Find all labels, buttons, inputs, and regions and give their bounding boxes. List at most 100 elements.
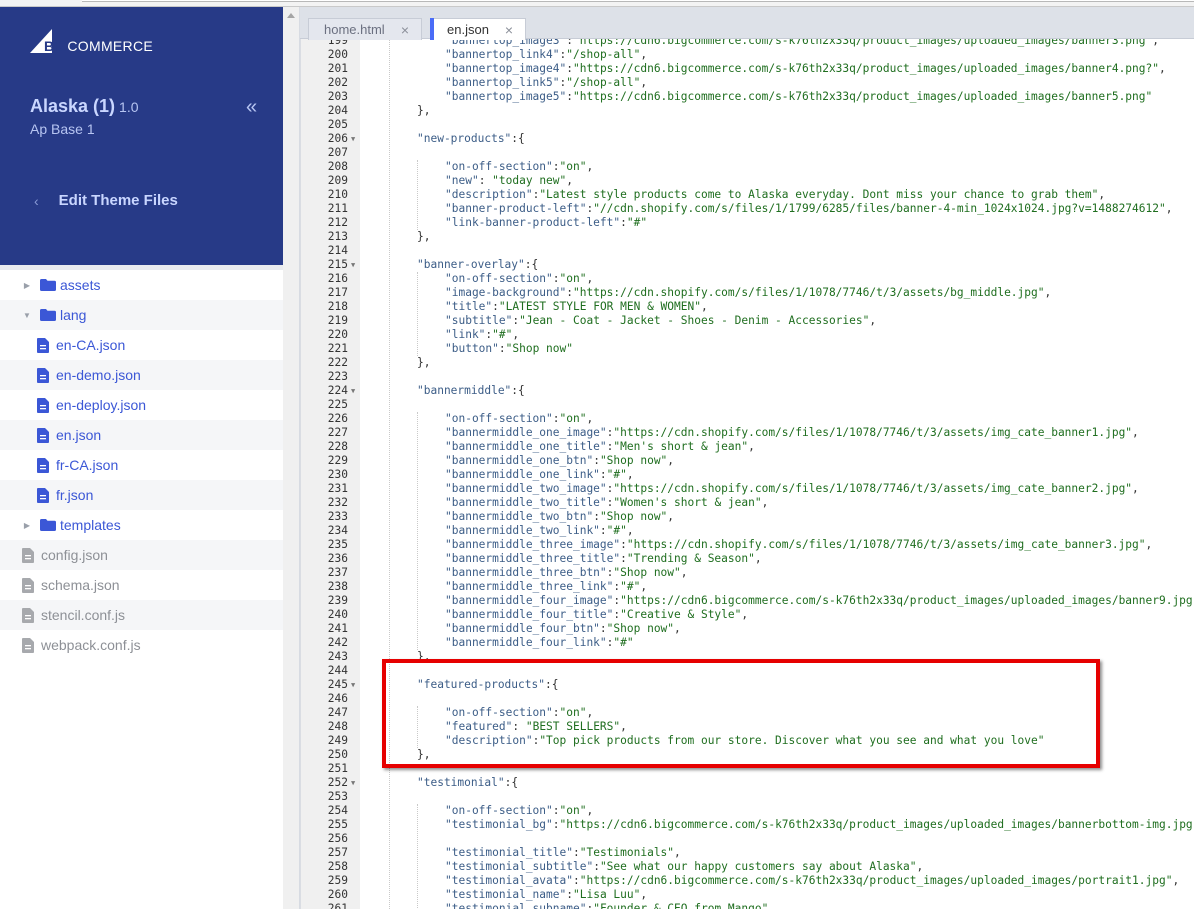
close-icon[interactable]: × [505,22,513,38]
code-line[interactable]: 245 ▼ "featured-products":{ [300,678,1194,692]
code-line[interactable]: 203 "bannertop_image5":"https://cdn6.bigc… [300,90,1194,104]
code-line[interactable]: 212 "link-banner-product-left":"#" [300,216,1194,230]
code-line[interactable]: 224 ▼ "bannermiddle":{ [300,384,1194,398]
fold-arrow-icon[interactable]: ▼ [351,258,355,272]
code-line[interactable]: 253 [300,790,1194,804]
code-line[interactable]: 205 [300,118,1194,132]
code-line[interactable]: 240 "bannermiddle_four_title":"Creative &… [300,608,1194,622]
code-line[interactable]: 257 "testimonial_title":"Testimonials", [300,846,1194,860]
code-line[interactable]: 252 ▼ "testimonial":{ [300,776,1194,790]
scroll-up-arrow-icon[interactable] [287,13,295,18]
code-line[interactable]: 255 "testimonial_bg":"https://cdn6.bigcom… [300,818,1194,832]
tree-file-config-json[interactable]: config.json [0,540,283,570]
line-number: 256 [327,832,348,845]
code-line[interactable]: 251 [300,762,1194,776]
fold-arrow-icon[interactable]: ▼ [351,384,355,398]
code-line[interactable]: 200 "bannertop_link4":"/shop-all", [300,48,1194,62]
code-line[interactable]: 246 [300,692,1194,706]
tree-folder-templates[interactable]: ▶ templates [0,510,283,540]
code-line[interactable]: 201 "bannertop_image4":"https://cdn6.bigc… [300,62,1194,76]
tree-file-stencil-conf-js[interactable]: stencil.conf.js [0,600,283,630]
tree-file-schema-json[interactable]: schema.json [0,570,283,600]
tree-file-en-deploy-json[interactable]: en-deploy.json [0,390,283,420]
code-lines[interactable]: 199 "bannertop_image3":"https://cdn6.bigc… [300,34,1194,909]
code-line[interactable]: 229 "bannermiddle_one_btn":"Shop now", [300,454,1194,468]
code-line[interactable]: 244 [300,664,1194,678]
code-line[interactable]: 211 "banner-product-left":"//cdn.shopify.… [300,202,1194,216]
code-line[interactable]: 260 "testimonial_name":"Lisa Luu", [300,888,1194,902]
code-line[interactable]: 222}, [300,356,1194,370]
code-line[interactable]: 237 "bannermiddle_three_btn":"Shop now", [300,566,1194,580]
code-line[interactable]: 202 "bannertop_link5":"/shop-all", [300,76,1194,90]
json-value: "on" [559,804,587,817]
fold-arrow-icon[interactable]: ▼ [351,678,355,692]
indent-guide [417,804,418,909]
code-line[interactable]: 210 "description":"Latest style products … [300,188,1194,202]
code-line[interactable]: 213}, [300,230,1194,244]
code-line[interactable]: 241 "bannermiddle_four_btn":"Shop now", [300,622,1194,636]
code-line[interactable]: 234 "bannermiddle_two_link":"#", [300,524,1194,538]
code-line[interactable]: 221 "button":"Shop now" [300,342,1194,356]
code-line[interactable]: 206 ▼ "new-products":{ [300,132,1194,146]
code-line[interactable]: 232 "bannermiddle_two_title":"Women's sho… [300,496,1194,510]
code-line[interactable]: 235 "bannermiddle_three_image":"https://c… [300,538,1194,552]
tree-file-fr-ca-json[interactable]: fr-CA.json [0,450,283,480]
code-editor[interactable]: 199 "bannertop_image3":"https://cdn6.bigc… [300,7,1194,909]
edit-theme-files-back-link[interactable]: ‹ Edit Theme Files [34,192,178,209]
code-line[interactable]: 204}, [300,104,1194,118]
tree-folder-assets[interactable]: ▶ assets [0,270,283,300]
code-line[interactable]: 242 "bannermiddle_four_link":"#" [300,636,1194,650]
code-line[interactable]: 233 "bannermiddle_two_btn":"Shop now", [300,510,1194,524]
code-line[interactable]: 226 "on-off-section":"on", [300,412,1194,426]
code-line[interactable]: 208 "on-off-section":"on", [300,160,1194,174]
code-line[interactable]: 254 "on-off-section":"on", [300,804,1194,818]
caret-right-icon[interactable]: ▶ [22,281,32,290]
code-line[interactable]: 227 "bannermiddle_one_image":"https://cdn… [300,426,1194,440]
collapse-sidebar-button[interactable]: « [246,96,257,119]
code-line[interactable]: 220 "link":"#", [300,328,1194,342]
tree-file-webpack-conf-js[interactable]: webpack.conf.js [0,630,283,660]
code-line[interactable]: 218 "title":"LATEST STYLE FOR MEN & WOMEN… [300,300,1194,314]
code-line[interactable]: 238 "bannermiddle_three_link":"#", [300,580,1194,594]
address-input-edge [82,0,1194,2]
fold-arrow-icon[interactable]: ▼ [351,132,355,146]
code-line[interactable]: 261 "testimonial_subname":"Founder & CEO … [300,902,1194,909]
tree-file-en-json[interactable]: en.json [0,420,283,450]
tree-file-fr-json[interactable]: fr.json [0,480,283,510]
code-line[interactable]: 214 [300,244,1194,258]
code-line[interactable]: 248 "featured": "BEST SELLERS", [300,720,1194,734]
code-line[interactable]: 247 "on-off-section":"on", [300,706,1194,720]
code-line[interactable]: 230 "bannermiddle_one_link":"#", [300,468,1194,482]
code-text: "testimonial_subname":"Founder & CEO fro… [445,902,775,909]
code-line[interactable]: 239 "bannermiddle_four_image":"https://cd… [300,594,1194,608]
code-line[interactable]: 223 [300,370,1194,384]
code-line[interactable]: 216 "on-off-section":"on", [300,272,1194,286]
code-line[interactable]: 231 "bannermiddle_two_image":"https://cdn… [300,482,1194,496]
caret-right-icon[interactable]: ▶ [22,521,32,530]
code-line[interactable]: 259 "testimonial_avata":"https://cdn6.big… [300,874,1194,888]
tab-home-html[interactable]: home.html × [308,18,422,40]
code-line[interactable]: 215 ▼ "banner-overlay":{ [300,258,1194,272]
code-line[interactable]: 258 "testimonial_subtitle":"See what our … [300,860,1194,874]
code-line[interactable]: 209 "new": "today new", [300,174,1194,188]
close-icon[interactable]: × [401,22,409,38]
tab-en-json[interactable]: en.json × [430,18,526,40]
sidebar-scrollbar[interactable] [283,7,300,909]
code-line[interactable]: 217 "image-background":"https://cdn.shopi… [300,286,1194,300]
tree-file-en-demo-json[interactable]: en-demo.json [0,360,283,390]
line-number: 260 [327,888,348,901]
tree-folder-lang[interactable]: ▼ lang [0,300,283,330]
code-line[interactable]: 250}, [300,748,1194,762]
code-line[interactable]: 207 [300,146,1194,160]
code-line[interactable]: 228 "bannermiddle_one_title":"Men's short… [300,440,1194,454]
code-line[interactable]: 236 "bannermiddle_three_title":"Trending … [300,552,1194,566]
code-line[interactable]: 225 [300,398,1194,412]
fold-arrow-icon[interactable]: ▼ [351,776,355,790]
code-line[interactable]: 219 "subtitle":"Jean - Coat - Jacket - Sh… [300,314,1194,328]
bigcommerce-logo[interactable]: BIG COMMERCE [30,29,153,55]
code-line[interactable]: 243}, [300,650,1194,664]
code-line[interactable]: 256 [300,832,1194,846]
caret-down-icon[interactable]: ▼ [22,311,32,320]
code-line[interactable]: 249 "description":"Top pick products from… [300,734,1194,748]
tree-file-en-ca-json[interactable]: en-CA.json [0,330,283,360]
